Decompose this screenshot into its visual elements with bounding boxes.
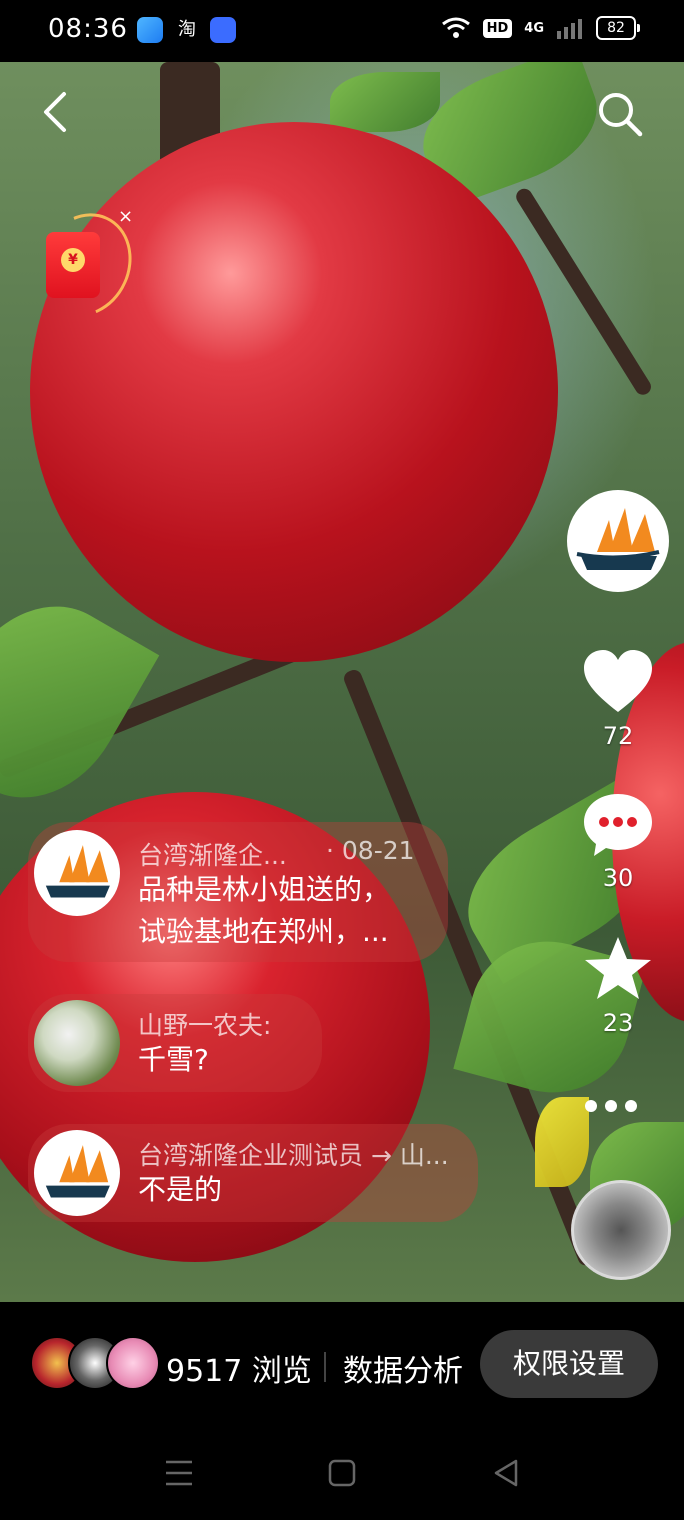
view-count: 9517 浏览 (166, 1354, 312, 1389)
permission-settings-button[interactable]: 权限设置 (480, 1330, 658, 1398)
comment-text-line: 不是的 (138, 1173, 223, 1206)
leaf (0, 575, 160, 829)
leaf (535, 1097, 589, 1187)
comment-avatar[interactable] (34, 830, 120, 916)
back-chevron-icon[interactable] (38, 90, 74, 134)
favorite-button[interactable]: 23 (578, 935, 658, 1037)
search-icon[interactable] (596, 90, 644, 138)
more-options-icon[interactable] (585, 1100, 637, 1112)
chat-icon (210, 17, 236, 43)
status-bar: 08:36 淘 HD 4G 82 (0, 0, 684, 62)
comment-count: 30 (602, 864, 634, 892)
menu-icon[interactable] (164, 1458, 194, 1488)
status-right: HD 4G 82 (441, 16, 640, 40)
sail-logo-icon (45, 845, 110, 898)
sail-logo-icon (576, 508, 660, 570)
wifi-icon (441, 17, 470, 38)
viewer-avatars[interactable] (30, 1336, 160, 1392)
like-button[interactable]: 72 (578, 648, 658, 750)
comment-text-line: 千雪? (138, 1043, 209, 1076)
favorite-count: 23 (602, 1009, 634, 1037)
comment-date: · 08-21 (326, 836, 415, 865)
music-disc-icon[interactable] (571, 1180, 671, 1280)
like-count: 72 (602, 722, 634, 750)
comment-button[interactable]: 30 (578, 790, 658, 892)
taobao-icon: 淘 (178, 19, 196, 40)
viewer-avatar (106, 1336, 160, 1390)
status-time: 08:36 (48, 14, 128, 44)
battery-indicator: 82 (596, 16, 640, 40)
home-icon[interactable] (328, 1458, 356, 1488)
author-avatar[interactable] (567, 490, 669, 592)
apple (30, 122, 558, 662)
comment-text-line: 试验基地在郑州，... (138, 915, 389, 948)
comment-author: 台湾渐隆企业测试员 → 山... (138, 1141, 449, 1170)
battery-level: 82 (607, 20, 625, 36)
red-packet-widget[interactable]: ¥ × (21, 197, 149, 333)
app-icon-blue (137, 17, 163, 43)
hd-badge: HD (482, 18, 513, 38)
comment-bubble-icon (584, 794, 652, 856)
red-packet-icon[interactable]: ¥ (46, 232, 100, 298)
yuan-coin-icon: ¥ (61, 248, 85, 272)
comment-author: 台湾渐隆企... (138, 841, 287, 870)
sail-logo-icon (45, 1145, 110, 1198)
bottom-bar: 9517 浏览 数据分析 权限设置 (0, 1302, 684, 1520)
comment-author: 山野一农夫: (138, 1011, 272, 1040)
back-triangle-icon[interactable] (492, 1458, 520, 1488)
comment-avatar[interactable] (34, 1130, 120, 1216)
comment-text-line: 品种是林小姐送的， (138, 873, 391, 906)
signal-4g-icon: 4G (524, 20, 544, 36)
close-icon[interactable]: × (118, 206, 133, 227)
divider (324, 1352, 326, 1382)
system-nav-bar (0, 1432, 684, 1512)
heart-icon (584, 650, 652, 712)
star-icon (585, 937, 651, 999)
comment-avatar[interactable] (34, 1000, 120, 1086)
leaf (330, 72, 440, 132)
data-analysis-link[interactable]: 数据分析 (343, 1346, 463, 1390)
signal-bars-icon (557, 19, 582, 39)
